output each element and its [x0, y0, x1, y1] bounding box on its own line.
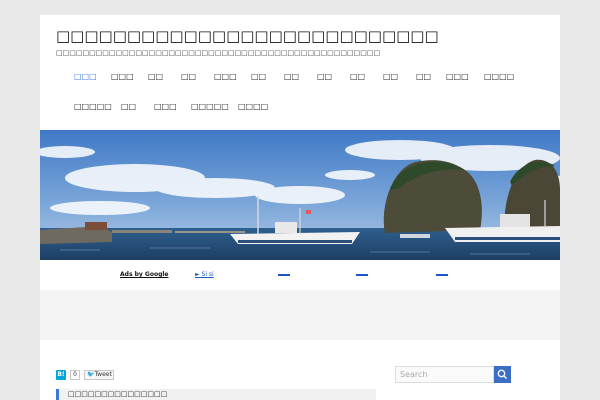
ad-banner-area: [40, 290, 560, 340]
harbor-photo: [40, 130, 560, 260]
nav-item[interactable]: □□: [383, 72, 398, 81]
search-button[interactable]: [494, 366, 511, 383]
nav-item[interactable]: □□□: [111, 72, 134, 81]
tweet-label: Tweet: [94, 371, 112, 378]
nav-item[interactable]: □□□: [154, 102, 177, 111]
search-input[interactable]: [395, 366, 494, 383]
ads-by-google-link[interactable]: Ads by Google: [120, 271, 168, 278]
nav-item[interactable]: □□: [317, 72, 332, 81]
nav-item[interactable]: □□: [148, 72, 163, 81]
post-title[interactable]: □□□□□□□□□□□□□□□: [68, 390, 167, 398]
site-title[interactable]: □□□□□□□□□□□□□□□□□□□□□□□□□□□: [56, 27, 439, 45]
page-container: □□□□□□□□□□□□□□□□□□□□□□□□□□□ □□□□□□□□□□□□…: [40, 15, 560, 400]
hatena-bookmark-button[interactable]: B!: [56, 370, 66, 380]
search-form: [395, 366, 511, 383]
tweet-button[interactable]: 🐦Tweet: [84, 370, 114, 380]
site-description: □□□□□□□□□□□□□□□□□□□□□□□□□□□□□□□□□□□□□□□□…: [56, 49, 381, 57]
ad-link-3[interactable]: [356, 274, 368, 276]
nav-item[interactable]: □□□: [214, 72, 237, 81]
post-title-bar: □□□□□□□□□□□□□□□: [56, 389, 376, 400]
nav-item[interactable]: □□□□: [484, 72, 514, 81]
nav-item[interactable]: □□: [251, 72, 266, 81]
nav-item[interactable]: □□□: [446, 72, 469, 81]
nav-item[interactable]: □□: [284, 72, 299, 81]
nav-item[interactable]: □□□□□: [74, 102, 112, 111]
nav-item[interactable]: □□: [181, 72, 196, 81]
nav-item[interactable]: □□: [121, 102, 136, 111]
nav-item-home[interactable]: □□□: [74, 72, 97, 81]
ad-link-1[interactable]: ► Si si: [195, 271, 214, 278]
header-image: [40, 130, 560, 260]
search-icon: [497, 369, 507, 379]
ad-link-4[interactable]: [436, 274, 448, 276]
hatena-count: 0: [70, 370, 80, 380]
ad-links-bar: Ads by Google ► Si si: [40, 260, 560, 290]
nav-item[interactable]: □□□□□: [191, 102, 229, 111]
nav-item[interactable]: □□: [350, 72, 365, 81]
ad-link-2[interactable]: [278, 274, 290, 276]
nav-item[interactable]: □□□□: [238, 102, 268, 111]
nav-item[interactable]: □□: [416, 72, 431, 81]
